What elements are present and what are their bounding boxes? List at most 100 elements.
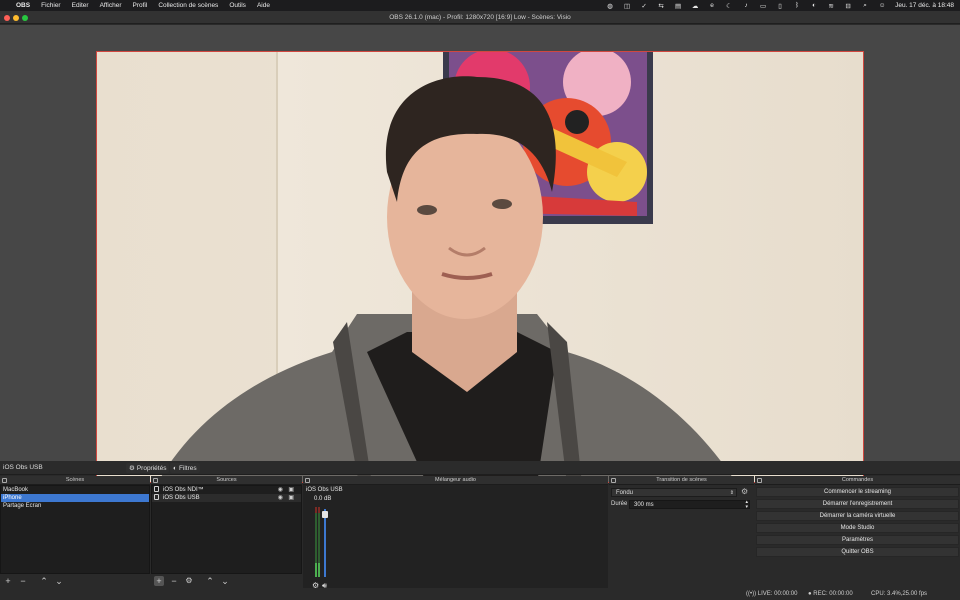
settings-button[interactable]: Paramètres: [756, 535, 959, 545]
vpn-icon[interactable]: ◍: [606, 2, 614, 10]
source-item-usb[interactable]: iOS Obs USB ◉ ▣: [152, 494, 301, 502]
move-scene-up-button[interactable]: ⌃: [39, 576, 49, 586]
filters-label: Filtres: [178, 464, 197, 472]
stepper-arrows-icon[interactable]: ▴ ▾: [745, 500, 748, 510]
menu-profil[interactable]: Profil: [133, 2, 148, 9]
camera-feed-image: [97, 52, 863, 482]
undock-icon[interactable]: [2, 478, 7, 483]
close-button[interactable]: [4, 14, 10, 21]
menu-bar-clock[interactable]: Jeu. 17 déc. à 18:48: [895, 2, 954, 9]
keyboard-icon[interactable]: ▭: [759, 2, 767, 10]
move-scene-down-button[interactable]: ⌄: [54, 576, 64, 586]
controls-dock-header: Commandes: [755, 476, 960, 485]
volume-meter-right: [318, 507, 320, 577]
start-streaming-button[interactable]: Commencer le streaming: [756, 487, 959, 497]
checkmark-icon[interactable]: ✓: [640, 2, 648, 10]
rec-status: ● REC: 00:00:00: [808, 591, 853, 597]
broadcast-icon: ((•)): [746, 591, 757, 597]
scene-item-iphone[interactable]: iPhone: [1, 494, 149, 502]
user-icon[interactable]: ☺: [878, 2, 886, 10]
scenes-toolbar: + − ⌃ ⌄: [0, 574, 150, 588]
volume-fader-handle[interactable]: [322, 511, 328, 518]
add-scene-button[interactable]: +: [3, 576, 13, 586]
transitions-dock-header: Transition de scènes: [609, 476, 754, 485]
bluetooth-icon[interactable]: ᛒ: [793, 2, 801, 10]
source-settings-gear-icon[interactable]: ⚙: [184, 576, 194, 586]
studio-mode-button[interactable]: Mode Studio: [756, 523, 959, 533]
transition-type-select[interactable]: Fondu ⇕: [611, 488, 737, 497]
move-source-down-button[interactable]: ⌄: [220, 576, 230, 586]
lock-icon[interactable]: ▣: [288, 486, 294, 494]
edge-icon[interactable]: e: [708, 2, 716, 10]
menu-editer[interactable]: Editer: [72, 2, 89, 9]
properties-label: Propriétés: [136, 464, 167, 472]
contrast-icon[interactable]: ◐: [810, 2, 818, 10]
exit-obs-button[interactable]: Quitter OBS: [756, 547, 959, 557]
preview-canvas[interactable]: [96, 51, 864, 483]
start-recording-button[interactable]: Démarrer l'enregistrement: [756, 499, 959, 509]
cpu-status: CPU: 3.4%,25.00 fps: [871, 591, 928, 597]
transfer-icon[interactable]: ⇆: [657, 2, 665, 10]
source-item-ndi[interactable]: iOS Obs NDI™ ◉ ▣: [152, 486, 301, 494]
source-label: iOS Obs USB: [163, 495, 200, 501]
menu-aide[interactable]: Aide: [257, 2, 270, 9]
filters-button[interactable]: ◐ Filtres: [170, 463, 200, 473]
search-icon[interactable]: ⌕: [861, 2, 869, 10]
minimize-button[interactable]: [13, 14, 19, 21]
controls-dock: Commandes Commencer le streaming Démarre…: [755, 476, 960, 588]
scenes-dock-header: Scènes: [0, 476, 150, 485]
wifi-icon[interactable]: ≋: [827, 2, 835, 10]
transitions-dock-title: Transition de scènes: [656, 477, 707, 483]
docker-icon[interactable]: ▤: [674, 2, 682, 10]
mixer-channel: iOS Obs USB 0.0 dB ⚙ 🔊︎: [303, 485, 608, 590]
menu-outils[interactable]: Outils: [229, 2, 246, 9]
cloud-sync-icon[interactable]: ☁: [691, 2, 699, 10]
visibility-eye-icon[interactable]: ◉: [278, 486, 283, 494]
undock-icon[interactable]: [153, 478, 158, 483]
live-status: ((•)) LIVE: 00:00:00: [746, 591, 797, 597]
preview-area: [0, 25, 960, 483]
status-bar: ((•)) LIVE: 00:00:00 ● REC: 00:00:00 CPU…: [0, 588, 960, 600]
rec-timer: REC: 00:00:00: [813, 591, 853, 597]
live-timer: LIVE: 00:00:00: [757, 591, 798, 597]
scene-item-partage-ecran[interactable]: Partage Ecran: [1, 502, 149, 510]
mixer-channel-name: iOS Obs USB: [306, 487, 343, 493]
menu-app-obs[interactable]: OBS: [16, 2, 30, 9]
controls-dock-title: Commandes: [841, 477, 874, 483]
scene-transitions-dock: Transition de scènes Fondu ⇕ ⚙ Durée 300…: [609, 476, 754, 588]
moon-icon[interactable]: ☾: [725, 2, 733, 10]
battery-icon[interactable]: ▯: [776, 2, 784, 10]
transition-settings-gear-icon[interactable]: ⚙: [741, 487, 748, 496]
file-icon: [154, 486, 159, 492]
volume-fader-track[interactable]: [324, 509, 326, 577]
control-center-icon[interactable]: ⊟: [844, 2, 852, 10]
record-dot-icon: ●: [808, 591, 812, 597]
script-icon[interactable]: ◫: [623, 2, 631, 10]
visibility-eye-icon[interactable]: ◉: [278, 494, 283, 502]
mixer-dock-header: Mélangeur audio: [303, 476, 608, 485]
volume-icon[interactable]: ♪: [742, 2, 750, 10]
selected-source-name: iOS Obs USB: [3, 464, 43, 471]
move-source-up-button[interactable]: ⌃: [205, 576, 215, 586]
duration-input[interactable]: 300 ms ▴ ▾: [629, 500, 750, 510]
menu-fichier[interactable]: Fichier: [41, 2, 61, 9]
menu-collection-scenes[interactable]: Collection de scènes: [158, 2, 218, 9]
scenes-list: MacBook iPhone Partage Ecran: [0, 485, 150, 574]
undock-icon[interactable]: [757, 478, 762, 483]
sources-list: iOS Obs NDI™ ◉ ▣ iOS Obs USB ◉ ▣: [151, 485, 302, 574]
source-context-bar: iOS Obs USB ⚙ Propriétés ◐ Filtres: [0, 461, 960, 475]
menu-afficher[interactable]: Afficher: [100, 2, 122, 9]
zoom-button[interactable]: [22, 14, 28, 21]
undock-icon[interactable]: [305, 478, 310, 483]
file-icon: [154, 494, 159, 500]
scene-item-macbook[interactable]: MacBook: [1, 486, 149, 494]
remove-scene-button[interactable]: −: [18, 576, 28, 586]
start-virtual-camera-button[interactable]: Démarrer la caméra virtuelle: [756, 511, 959, 521]
remove-source-button[interactable]: −: [169, 576, 179, 586]
properties-button[interactable]: ⚙ Propriétés: [126, 463, 170, 473]
source-label: iOS Obs NDI™: [163, 487, 204, 493]
undock-icon[interactable]: [611, 478, 616, 483]
lock-icon[interactable]: ▣: [288, 494, 294, 502]
add-source-button[interactable]: +: [154, 576, 164, 586]
duration-value: 300 ms: [634, 502, 654, 508]
